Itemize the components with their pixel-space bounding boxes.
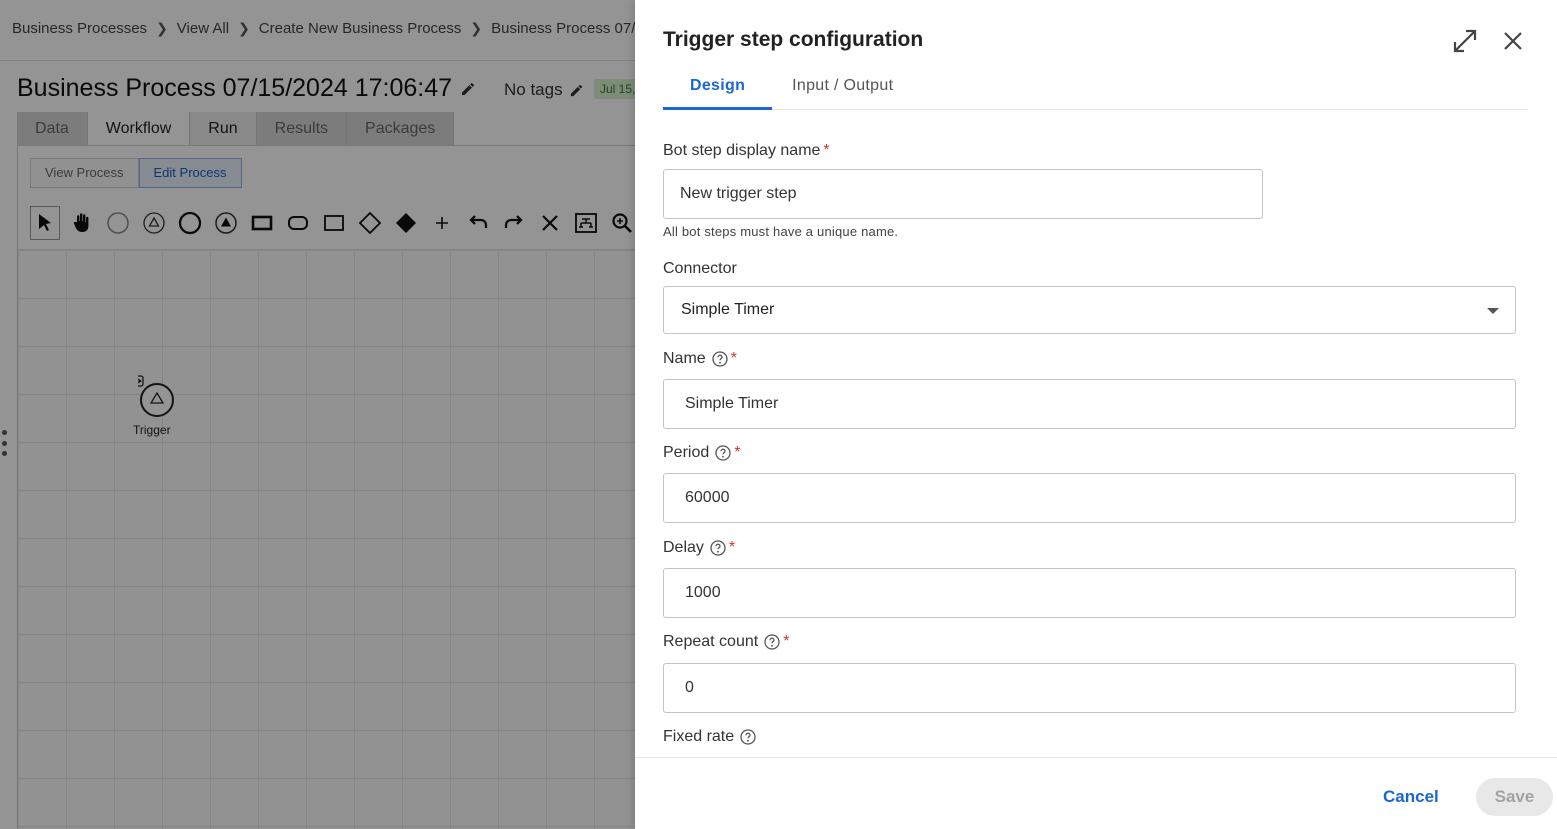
fixed-rate-label-text: Fixed rate [663,728,735,745]
side-panel-handle-icon[interactable] [1,430,7,456]
tab-input-output[interactable]: Input / Output [772,70,913,110]
repeat-count-input[interactable]: 0 [663,663,1516,713]
tab-design[interactable]: Design [663,70,773,110]
help-icon[interactable] [740,729,756,745]
required-marker: * [728,539,736,556]
period-label-text: Period [663,444,710,461]
display-name-label: Bot step display name * [663,142,830,160]
help-icon[interactable] [712,351,728,367]
connector-label: Connector [663,260,737,278]
help-icon[interactable] [764,634,780,650]
name-input[interactable]: Simple Timer [663,379,1516,429]
delay-label: Delay * [663,539,735,557]
drawer-tabs: Design Input / Output [663,70,1528,110]
period-input[interactable]: 60000 [663,473,1516,523]
connector-label-text: Connector [663,260,737,277]
drawer-title: Trigger step configuration [663,28,924,51]
expand-button[interactable] [1451,27,1479,55]
fixed-rate-label: Fixed rate [663,728,756,746]
repeat-count-label: Repeat count * [663,633,789,651]
required-marker: * [783,633,790,650]
caret-down-icon [1487,308,1499,314]
close-button[interactable] [1499,27,1527,55]
required-marker: * [730,350,737,367]
drawer-footer: Cancel Save [635,757,1557,829]
name-label: Name * [663,350,737,368]
required-marker: * [823,142,830,159]
help-icon[interactable] [715,445,731,461]
display-name-input[interactable]: New trigger step [663,169,1263,219]
delay-input[interactable]: 1000 [663,568,1516,618]
design-form: Bot step display name * New trigger step… [663,110,1543,756]
name-label-text: Name [663,350,706,367]
delay-label-text: Delay [663,539,704,556]
save-button[interactable]: Save [1476,778,1553,816]
connector-select[interactable]: Simple Timer [663,286,1516,334]
expand-icon [1453,29,1477,53]
repeat-count-label-text: Repeat count [663,633,759,650]
connector-selected-value: Simple Timer [681,301,775,318]
period-label: Period * [663,444,740,462]
trigger-config-drawer: Trigger step configuration Design Input … [635,0,1557,829]
display-name-label-text: Bot step display name [663,142,821,159]
help-icon[interactable] [710,540,726,556]
display-name-hint: All bot steps must have a unique name. [663,224,899,239]
required-marker: * [734,444,741,461]
close-icon [1504,32,1522,50]
modal-overlay[interactable] [0,0,635,829]
cancel-button[interactable]: Cancel [1371,778,1451,816]
